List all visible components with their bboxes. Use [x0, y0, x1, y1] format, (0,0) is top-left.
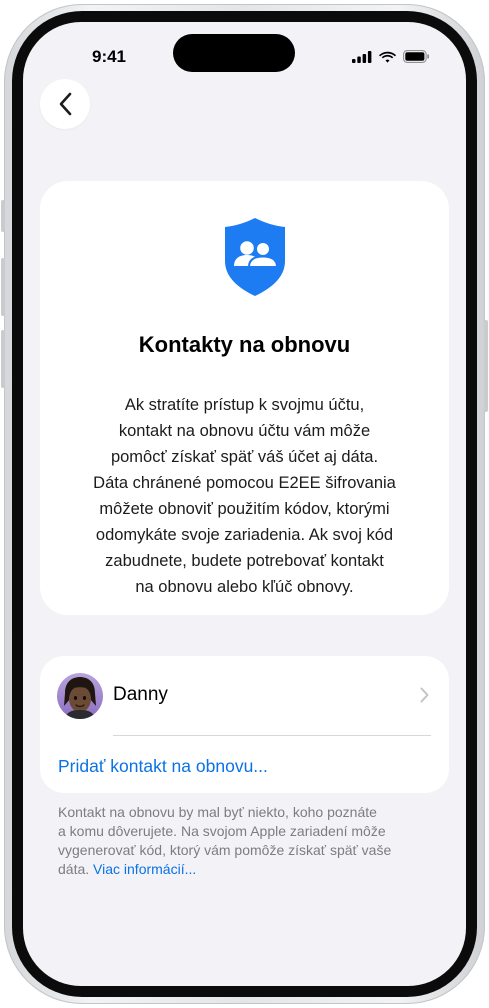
learn-more-link[interactable]: Viac informácií... [93, 861, 196, 877]
dynamic-island [173, 34, 295, 72]
power-button [484, 320, 488, 412]
divider [113, 735, 431, 736]
contacts-card: Danny Pridať kontakt na obnovu... [40, 656, 449, 793]
battery-icon [403, 50, 429, 63]
shield-people-icon [225, 218, 285, 296]
wifi-icon [379, 51, 396, 63]
memoji-avatar [57, 673, 103, 719]
add-recovery-contact-link[interactable]: Pridať kontakt na obnovu... [58, 756, 268, 777]
contact-row-danny[interactable]: Danny [40, 656, 449, 736]
volume-up-button [1, 258, 5, 316]
footer-note: Kontakt na obnovu by mal byť niekto, koh… [58, 803, 430, 879]
chevron-left-icon [59, 92, 72, 116]
volume-down-button [1, 330, 5, 388]
card-description: Ak stratíte prístup k svojmu účtu, konta… [93, 396, 396, 596]
back-button[interactable] [40, 79, 90, 129]
cellular-signal-icon [352, 50, 372, 63]
card-title: Kontakty na obnovu [138, 332, 351, 357]
contact-name: Danny [113, 684, 168, 705]
info-card: Kontakty na obnovu Ak stratíte prístup k… [40, 181, 449, 615]
action-button [1, 200, 5, 232]
status-time: 9:41 [91, 47, 127, 66]
chevron-right-icon [420, 687, 429, 703]
screen: 9:41 Kontakty na obnovu Ak stratíte prís… [23, 22, 466, 986]
status-icons [352, 50, 430, 63]
